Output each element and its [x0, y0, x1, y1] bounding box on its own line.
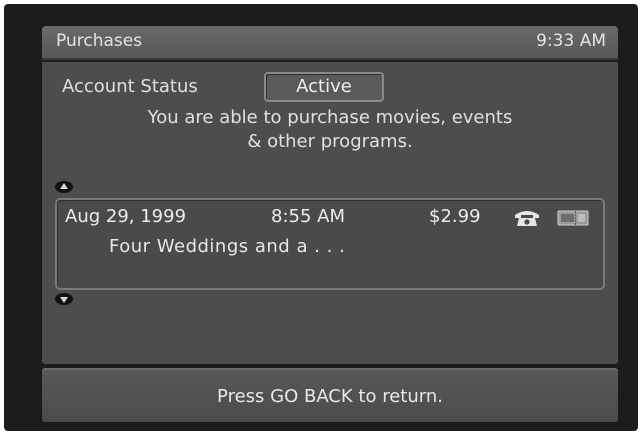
purchase-price: $2.99 — [429, 206, 481, 227]
account-status-badge: Active — [264, 72, 384, 102]
purchase-program-title: Four Weddings and a . . . — [109, 236, 346, 257]
list-item[interactable]: Aug 29, 1999 8:55 AM $2.99 Four Weddings… — [57, 200, 603, 260]
page-title: Purchases — [56, 31, 143, 51]
tv-screen: Purchases 9:33 AM Account Status Active … — [4, 4, 638, 431]
scroll-down-arrow-icon[interactable] — [55, 293, 73, 305]
purchase-date: Aug 29, 1999 — [65, 206, 187, 227]
clock: 9:33 AM — [536, 31, 606, 51]
footer-bar: Press GO BACK to return. — [42, 368, 618, 422]
go-back-instruction: Press GO BACK to return. — [217, 386, 443, 407]
status-message-line-2: & other programs. — [247, 131, 413, 152]
account-status-message: You are able to purchase movies, events … — [42, 106, 618, 154]
ticket-icon — [557, 210, 589, 226]
header-bar: Purchases 9:33 AM — [42, 26, 618, 60]
purchase-time: 8:55 AM — [271, 206, 345, 227]
scroll-up-arrow-icon[interactable] — [55, 181, 73, 193]
purchase-list[interactable]: Aug 29, 1999 8:55 AM $2.99 Four Weddings… — [55, 198, 605, 290]
phone-icon — [515, 211, 539, 226]
purchases-panel: Account Status Active You are able to pu… — [42, 62, 618, 364]
account-status-label: Account Status — [62, 76, 198, 97]
status-message-line-1: You are able to purchase movies, events — [147, 107, 513, 128]
